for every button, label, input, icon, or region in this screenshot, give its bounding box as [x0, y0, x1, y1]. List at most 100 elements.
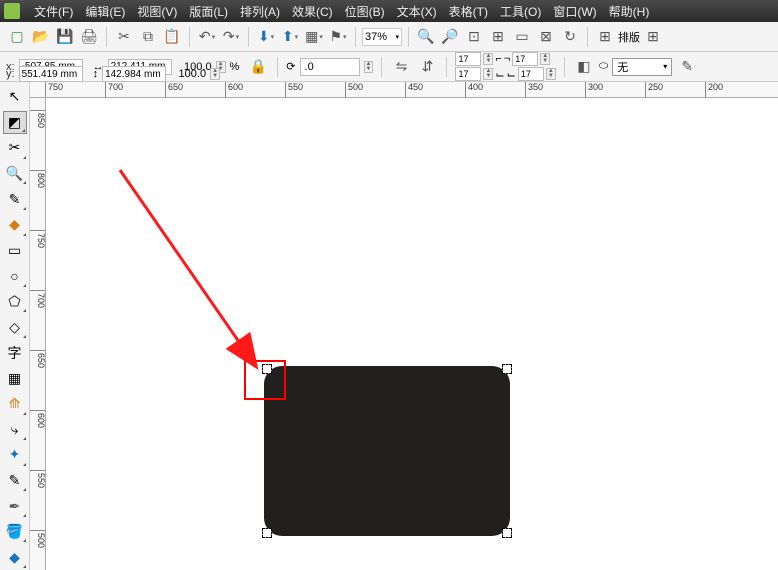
- rectangle-tool-icon[interactable]: ▭: [3, 239, 27, 263]
- corner-tl-spin[interactable]: ▲▼: [483, 53, 493, 65]
- app-launcher-icon[interactable]: ▦: [303, 26, 325, 48]
- fill-tool-icon[interactable]: 🪣: [3, 520, 27, 544]
- corner-handle-br[interactable]: [502, 528, 512, 538]
- corner-bl-input[interactable]: 17: [455, 67, 481, 81]
- height-input[interactable]: 142.984 mm: [102, 66, 166, 82]
- connector-tool-icon[interactable]: ⤷: [3, 418, 27, 442]
- dimension-tool-icon[interactable]: ⟰: [3, 392, 27, 416]
- zoom-fit-icon[interactable]: ⊡: [463, 26, 485, 48]
- snap-icon-2[interactable]: ⊞: [642, 26, 664, 48]
- corner-tl-input[interactable]: 17: [455, 52, 481, 66]
- table-tool-icon[interactable]: ▦: [3, 366, 27, 390]
- interactive-fill-tool-icon[interactable]: ◆: [3, 545, 27, 569]
- zoom-level-input[interactable]: 37%: [362, 28, 402, 46]
- menu-bitmap[interactable]: 位图(B): [339, 3, 391, 20]
- corner-br-spin[interactable]: ▲▼: [546, 68, 556, 80]
- toolbox: ↖ ◩ ✂ 🔍 ✎ ◆ ▭ ○ ⬠ ◇ 字 ▦ ⟰ ⤷ ✦ ✎ ✒ 🪣 ◆: [0, 82, 30, 570]
- import-icon[interactable]: ⬇: [255, 26, 277, 48]
- snap-icon-1[interactable]: ⊞: [594, 26, 616, 48]
- ruler-tick: 650: [165, 82, 183, 98]
- print-icon[interactable]: 🖨: [78, 26, 100, 48]
- menu-layout[interactable]: 版面(L): [183, 3, 234, 20]
- refresh-icon[interactable]: ↻: [559, 26, 581, 48]
- rotation-spinner[interactable]: ▲▼: [364, 61, 374, 73]
- scale-y-spinner[interactable]: ▲▼: [210, 68, 220, 80]
- rounded-rectangle-shape[interactable]: [264, 366, 510, 536]
- separator: [381, 57, 382, 77]
- paste-icon[interactable]: 📋: [161, 26, 183, 48]
- ruler-tick: 350: [525, 82, 543, 98]
- corner-handle-bl[interactable]: [262, 528, 272, 538]
- corner-br-icon: ⌙: [507, 68, 516, 81]
- corner-br-input[interactable]: 17: [518, 67, 544, 81]
- eyedropper-tool-icon[interactable]: ✎: [3, 469, 27, 493]
- menu-tools[interactable]: 工具(O): [494, 3, 547, 20]
- smart-fill-tool-icon[interactable]: ◆: [3, 213, 27, 237]
- basic-shapes-tool-icon[interactable]: ◇: [3, 315, 27, 339]
- corner-bl-spin[interactable]: ▲▼: [483, 68, 493, 80]
- corner-handle-tr[interactable]: [502, 364, 512, 374]
- ruler-tick: 750: [30, 230, 46, 248]
- zoom-selection-icon[interactable]: ⊞: [487, 26, 509, 48]
- lock-aspect-icon[interactable]: 🔒: [247, 56, 269, 78]
- outline-tool-icon[interactable]: ✒: [3, 494, 27, 518]
- zoom-tool-icon[interactable]: 🔍: [3, 162, 27, 186]
- y-position-input[interactable]: 551.419 mm: [19, 66, 83, 82]
- pick-tool-icon[interactable]: ↖: [3, 85, 27, 109]
- corner-tr-icon: ¬: [504, 53, 510, 65]
- outline-icon: ⬭: [599, 60, 608, 73]
- separator: [587, 27, 588, 47]
- shape-tool-icon[interactable]: ◩: [3, 111, 27, 135]
- undo-icon[interactable]: ↶: [196, 26, 218, 48]
- zoom-page-icon[interactable]: ▭: [511, 26, 533, 48]
- save-icon[interactable]: 💾: [54, 26, 76, 48]
- zoom-in-icon[interactable]: 🔍: [415, 26, 437, 48]
- menu-table[interactable]: 表格(T): [443, 3, 494, 20]
- welcome-icon[interactable]: ⚑: [327, 26, 349, 48]
- drawing-canvas[interactable]: [46, 98, 778, 570]
- ruler-tick: 250: [645, 82, 663, 98]
- menu-file[interactable]: 文件(F): [28, 3, 79, 20]
- wrap-text-icon[interactable]: ◧: [573, 56, 595, 78]
- menu-window[interactable]: 窗口(W): [547, 3, 602, 20]
- ruler-tick: 300: [585, 82, 603, 98]
- to-curves-icon[interactable]: ✎: [676, 56, 698, 78]
- zoom-all-icon[interactable]: ⊠: [535, 26, 557, 48]
- scale-y-value[interactable]: 100.0: [170, 68, 206, 80]
- copy-icon[interactable]: ⧉: [137, 26, 159, 48]
- menu-help[interactable]: 帮助(H): [603, 3, 656, 20]
- text-tool-icon[interactable]: 字: [3, 341, 27, 365]
- redo-icon[interactable]: ↷: [220, 26, 242, 48]
- ruler-tick: 600: [225, 82, 243, 98]
- mirror-h-icon[interactable]: ⇋: [390, 56, 412, 78]
- polygon-tool-icon[interactable]: ⬠: [3, 290, 27, 314]
- separator: [446, 57, 447, 77]
- corner-tr-input[interactable]: 17: [512, 52, 538, 66]
- separator: [564, 57, 565, 77]
- ruler-tick: 650: [30, 350, 46, 368]
- open-icon[interactable]: 📂: [30, 26, 52, 48]
- menu-text[interactable]: 文本(X): [391, 3, 443, 20]
- rotation-input[interactable]: .0: [300, 58, 360, 76]
- pct-label: %: [230, 61, 240, 73]
- interactive-tool-icon[interactable]: ✦: [3, 443, 27, 467]
- menu-view[interactable]: 视图(V): [131, 3, 183, 20]
- menu-edit[interactable]: 编辑(E): [79, 3, 131, 20]
- annotation-highlight-box: [244, 360, 286, 400]
- corner-tr-spin[interactable]: ▲▼: [540, 53, 550, 65]
- wrap-style-select[interactable]: 无: [612, 58, 672, 76]
- menu-effects[interactable]: 效果(C): [286, 3, 339, 20]
- menu-arrange[interactable]: 排列(A): [234, 3, 286, 20]
- zoom-out-icon[interactable]: 🔎: [439, 26, 461, 48]
- separator: [189, 27, 190, 47]
- export-icon[interactable]: ⬆: [279, 26, 301, 48]
- cut-icon[interactable]: ✂: [113, 26, 135, 48]
- mirror-v-icon[interactable]: ⇵: [416, 56, 438, 78]
- crop-tool-icon[interactable]: ✂: [3, 136, 27, 160]
- freehand-tool-icon[interactable]: ✎: [3, 187, 27, 211]
- ruler-tick: 850: [30, 110, 46, 128]
- ruler-tick: 500: [30, 530, 46, 548]
- height-icon: ↕: [93, 68, 99, 80]
- new-doc-icon[interactable]: ▢: [6, 26, 28, 48]
- ellipse-tool-icon[interactable]: ○: [3, 264, 27, 288]
